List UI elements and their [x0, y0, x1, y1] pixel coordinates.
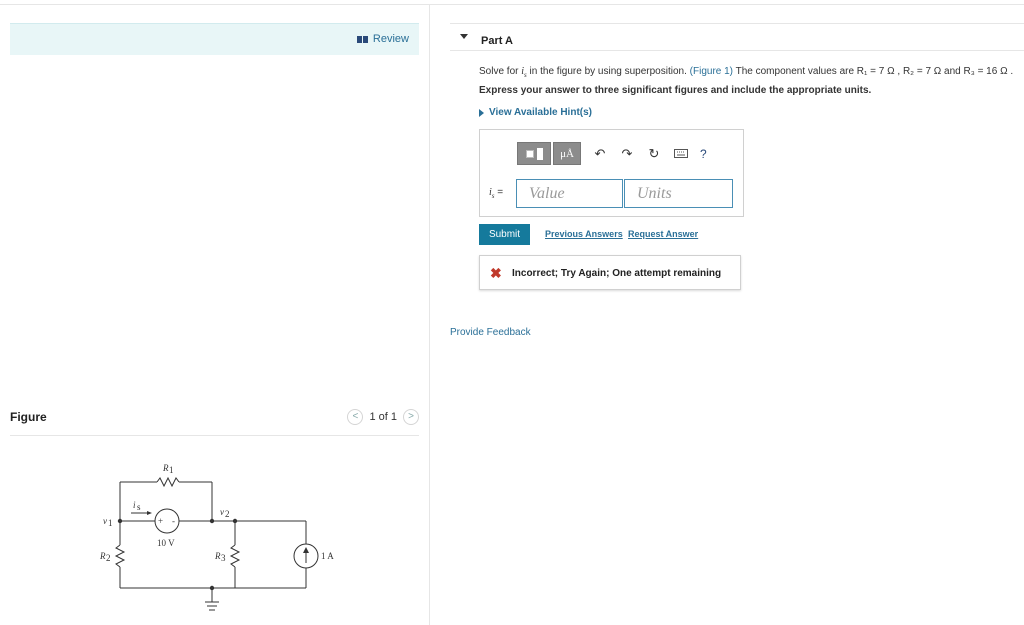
keyboard-icon-glyph — [674, 149, 688, 158]
label-is: i — [133, 500, 136, 510]
review-bar: Review — [10, 23, 419, 55]
question-mid: in the figure by using superposition. — [526, 66, 690, 77]
column-divider — [429, 4, 430, 625]
template-bar-icon — [536, 147, 543, 160]
label-plus: + — [158, 516, 163, 526]
units-input[interactable] — [624, 179, 733, 208]
question-values: The component values are R₁ = 7 Ω , R₂ =… — [733, 66, 1014, 77]
template-square-icon — [525, 149, 534, 158]
node-junction — [232, 518, 238, 524]
instruction-text: Express your answer to three significant… — [479, 85, 872, 96]
value-input[interactable] — [516, 179, 623, 208]
label-minus: - — [172, 516, 175, 526]
resistor-r3 — [229, 544, 241, 568]
label-v1-sub: 1 — [108, 518, 113, 528]
figure-count: 1 of 1 — [369, 411, 397, 423]
is-arrowhead — [147, 511, 152, 515]
label-v2: v — [220, 507, 224, 517]
label-r3-sub: 3 — [221, 553, 226, 563]
figure-link[interactable]: (Figure 1) — [690, 66, 733, 77]
next-figure-button[interactable]: > — [403, 409, 419, 425]
label-v2-sub: 2 — [225, 509, 230, 519]
provide-feedback-link[interactable]: Provide Feedback — [450, 327, 531, 338]
label-r2-sub: 2 — [106, 553, 111, 563]
submit-button[interactable]: Submit — [479, 224, 530, 245]
prev-figure-button[interactable]: < — [347, 409, 364, 425]
top-divider — [0, 4, 1024, 5]
label-r1: R — [162, 463, 169, 473]
question-text: Solve for is in the figure by using supe… — [479, 66, 1024, 79]
label-voltage-source: 10 V — [157, 538, 175, 548]
math-toolbar: μÅ ↶ ↷ ↻ ? — [517, 142, 707, 165]
units-symbol-button[interactable]: μÅ — [553, 142, 581, 165]
node-v1 — [117, 518, 123, 524]
feedback-message-box: ✖ Incorrect; Try Again; One attempt rema… — [479, 255, 741, 290]
expand-caret-icon — [479, 108, 484, 117]
node-v2 — [209, 518, 215, 524]
figure-header: Figure < 1 of 1 > — [10, 409, 419, 436]
feedback-text: Incorrect; Try Again; One attempt remain… — [512, 268, 722, 279]
label-current-source: 1 A — [321, 551, 334, 561]
request-answer-link[interactable]: Request Answer — [628, 229, 698, 239]
view-hints-toggle[interactable]: View Available Hint(s) — [479, 107, 592, 118]
redo-icon[interactable]: ↷ — [619, 146, 635, 162]
resistor-r1 — [156, 476, 180, 488]
answer-variable-label: is = — [489, 187, 503, 200]
label-v1: v — [103, 516, 107, 526]
node-ground — [209, 585, 215, 591]
undo-icon[interactable]: ↶ — [592, 146, 608, 162]
figure-pager: < 1 of 1 > — [347, 409, 419, 425]
templates-button[interactable] — [517, 142, 551, 165]
label-r3: R — [214, 551, 221, 561]
current-arrowhead — [303, 547, 309, 553]
part-title: Part A — [481, 35, 513, 47]
label-r1-sub: 1 — [169, 465, 174, 475]
collapse-caret-icon[interactable] — [460, 34, 468, 39]
hints-label: View Available Hint(s) — [489, 107, 592, 118]
book-icon — [356, 35, 368, 43]
label-r2: R — [99, 551, 106, 561]
review-label: Review — [372, 33, 409, 45]
keyboard-icon[interactable] — [673, 146, 689, 162]
help-icon[interactable]: ? — [700, 147, 707, 161]
answer-equals: = — [494, 187, 504, 198]
label-is-sub: s — [137, 502, 141, 512]
circuit-diagram: R 1 R 2 R 3 v 1 v 2 i s + - 10 V 1 A — [99, 463, 334, 611]
question-prefix: Solve for — [479, 66, 522, 77]
answer-box: μÅ ↶ ↷ ↻ ? is = — [479, 129, 744, 217]
reset-icon[interactable]: ↻ — [646, 146, 662, 162]
figure-title: Figure — [10, 410, 47, 424]
part-header[interactable]: Part A — [450, 23, 1024, 51]
incorrect-x-icon: ✖ — [490, 265, 502, 281]
review-button[interactable]: Review — [356, 33, 409, 45]
previous-answers-link[interactable]: Previous Answers — [545, 229, 623, 239]
resistor-r2 — [114, 544, 126, 568]
